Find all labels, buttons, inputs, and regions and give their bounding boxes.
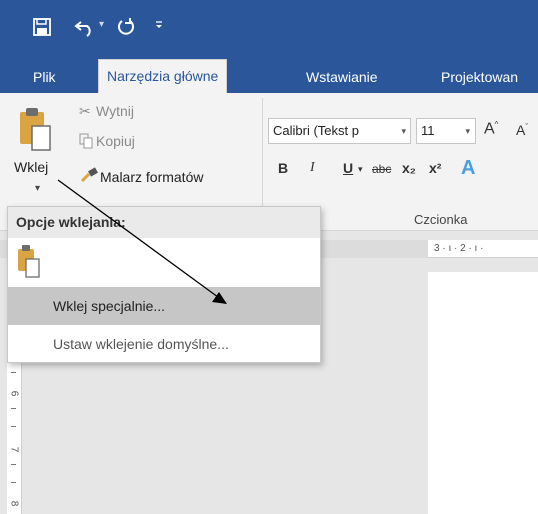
paste-button[interactable]: Wklej ▾ xyxy=(6,98,66,200)
document-page[interactable] xyxy=(428,272,538,514)
underline-button[interactable]: U xyxy=(343,160,353,176)
strikethrough-button[interactable]: abc xyxy=(372,162,391,176)
italic-button[interactable]: I xyxy=(310,160,315,176)
paste-label: Wklej xyxy=(14,159,49,175)
ruler-number: 7 xyxy=(8,446,20,453)
ruler-tick xyxy=(11,372,16,373)
grow-font-button[interactable]: A^ xyxy=(484,120,498,138)
undo-dropdown-icon[interactable]: ▾ xyxy=(99,20,104,30)
ruler-tick xyxy=(11,464,16,465)
set-default-paste-item[interactable]: Ustaw wklejenie domyślne... xyxy=(8,325,320,363)
paste-keep-formatting-icon[interactable] xyxy=(16,243,46,283)
undo-icon[interactable] xyxy=(74,17,96,41)
ribbon-tabs: Plik Narzędzia główne Wstawianie Projekt… xyxy=(0,56,538,93)
title-bar: ▾ xyxy=(0,0,538,56)
customize-qat-icon[interactable] xyxy=(154,20,164,33)
ruler-tick xyxy=(11,408,16,409)
tab-design[interactable]: Projektowan xyxy=(441,63,518,93)
tab-file[interactable]: Plik xyxy=(33,63,56,93)
paste-special-item[interactable]: Wklej specjalnie... xyxy=(8,287,320,325)
font-group-label: Czcionka xyxy=(414,212,468,227)
font-name-value: Calibri (Tekst p xyxy=(273,123,359,138)
paste-options-header: Opcje wklejania: xyxy=(8,207,320,238)
subscript-button[interactable]: x₂ xyxy=(402,160,416,176)
tab-insert[interactable]: Wstawianie xyxy=(306,63,378,93)
shrink-font-button[interactable]: Aˇ xyxy=(516,122,528,138)
chevron-down-icon: ▾ xyxy=(401,126,406,136)
font-size-value: 11 xyxy=(421,123,435,138)
group-separator xyxy=(262,98,263,208)
text-effects-button[interactable]: A xyxy=(461,157,475,180)
font-name-dropdown[interactable]: Calibri (Tekst p ▾ xyxy=(268,118,411,144)
ruler-number: 6 xyxy=(8,390,20,397)
copy-icon xyxy=(79,133,93,152)
cut-button[interactable]: Wytnij xyxy=(96,103,134,119)
horizontal-ruler[interactable]: 3 · ı · 2 · ı · xyxy=(428,240,538,258)
paste-options-menu: Opcje wklejania: Wklej specjalnie... Ust… xyxy=(7,206,321,363)
underline-dropdown-icon[interactable]: ▾ xyxy=(358,164,363,175)
ruler-tick xyxy=(11,426,16,427)
save-icon[interactable] xyxy=(32,17,52,41)
format-painter-icon xyxy=(80,167,98,186)
font-size-dropdown[interactable]: 11 ▾ xyxy=(416,118,476,144)
ruler-number: 8 xyxy=(8,500,20,507)
copy-button[interactable]: Kopiuj xyxy=(96,133,135,149)
format-painter-button[interactable]: Malarz formatów xyxy=(100,169,203,185)
ruler-tick xyxy=(11,482,16,483)
bold-button[interactable]: B xyxy=(278,160,288,176)
superscript-button[interactable]: x² xyxy=(429,160,441,176)
tab-home[interactable]: Narzędzia główne xyxy=(98,59,228,93)
cut-icon: ✂ xyxy=(79,103,91,119)
paste-dropdown-icon[interactable]: ▾ xyxy=(35,183,40,194)
redo-icon[interactable] xyxy=(116,17,136,41)
clipboard-icon xyxy=(18,104,54,157)
chevron-down-icon: ▾ xyxy=(465,126,470,136)
